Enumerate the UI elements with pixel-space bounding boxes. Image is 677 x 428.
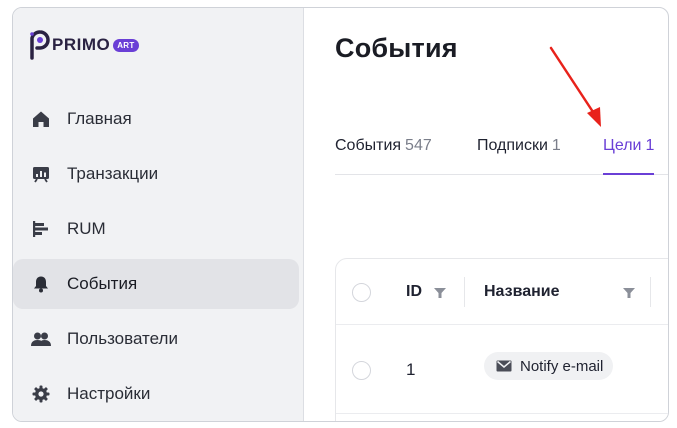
sidebar-item-label: Настройки (67, 384, 151, 403)
main-content: События События 547 Подписки 1 Цели 1 ID На… (305, 8, 668, 421)
column-header-name: Название (484, 283, 560, 300)
tab-goals[interactable]: Цели 1 (603, 137, 655, 175)
gear-icon (31, 384, 51, 404)
sidebar-item-label: События (67, 274, 138, 293)
tab-subscriptions[interactable]: Подписки 1 (477, 137, 561, 175)
tab-count: 1 (551, 137, 561, 154)
filter-icon[interactable] (622, 287, 636, 299)
tab-count: 547 (405, 137, 432, 154)
users-icon (31, 329, 51, 349)
brand-name: PRIMO (52, 35, 111, 54)
brand-logo[interactable]: PRIMO ART (29, 28, 139, 62)
brand-badge: ART (113, 38, 139, 52)
transactions-icon (31, 164, 51, 184)
tab-label: События (335, 137, 402, 154)
event-name-chip[interactable]: Notify e-mail (484, 352, 614, 380)
sidebar-item-label: Транзакции (67, 164, 159, 183)
column-header-id: ID (406, 283, 422, 300)
row-checkbox[interactable] (352, 361, 371, 380)
sidebar-item-transactions[interactable]: Транзакции (13, 149, 299, 199)
tab-label: Цели (603, 137, 642, 154)
cell-id: 1 (406, 360, 416, 379)
annotation-arrow (549, 46, 601, 127)
bell-icon (31, 274, 51, 294)
mail-icon (496, 360, 512, 372)
sidebar-item-rum[interactable]: RUM (13, 204, 299, 254)
rum-bars-icon (31, 219, 51, 239)
app-window: PRIMO ART Главная Транзакции RUM События… (12, 7, 669, 422)
tab-count: 1 (645, 137, 655, 154)
tab-events[interactable]: События 547 (335, 137, 432, 175)
event-name-label: Notify e-mail (520, 357, 604, 375)
sidebar-item-settings[interactable]: Настройки (13, 369, 299, 419)
tab-bar: События 547 Подписки 1 Цели 1 (335, 133, 668, 175)
sidebar-item-users[interactable]: Пользователи (13, 314, 299, 364)
table-row[interactable]: 1 Notify e-mail (336, 326, 668, 414)
page-title: События (335, 33, 458, 63)
sidebar-item-events[interactable]: События (13, 259, 299, 309)
select-all-checkbox[interactable] (352, 283, 371, 302)
table-header: ID Название (336, 259, 668, 325)
sidebar-item-label: Главная (67, 109, 132, 128)
sidebar-item-home[interactable]: Главная (13, 94, 299, 144)
column-divider (464, 277, 465, 307)
logo-mark-icon (30, 30, 50, 60)
column-divider (650, 277, 651, 307)
sidebar-item-label: RUM (67, 219, 106, 238)
tab-label: Подписки (477, 137, 548, 154)
filter-icon[interactable] (433, 287, 447, 299)
home-icon (31, 109, 51, 129)
goals-table: ID Название 1 Notify e-mail (335, 258, 668, 421)
sidebar-item-label: Пользователи (67, 329, 178, 348)
sidebar: PRIMO ART Главная Транзакции RUM События… (13, 8, 304, 421)
